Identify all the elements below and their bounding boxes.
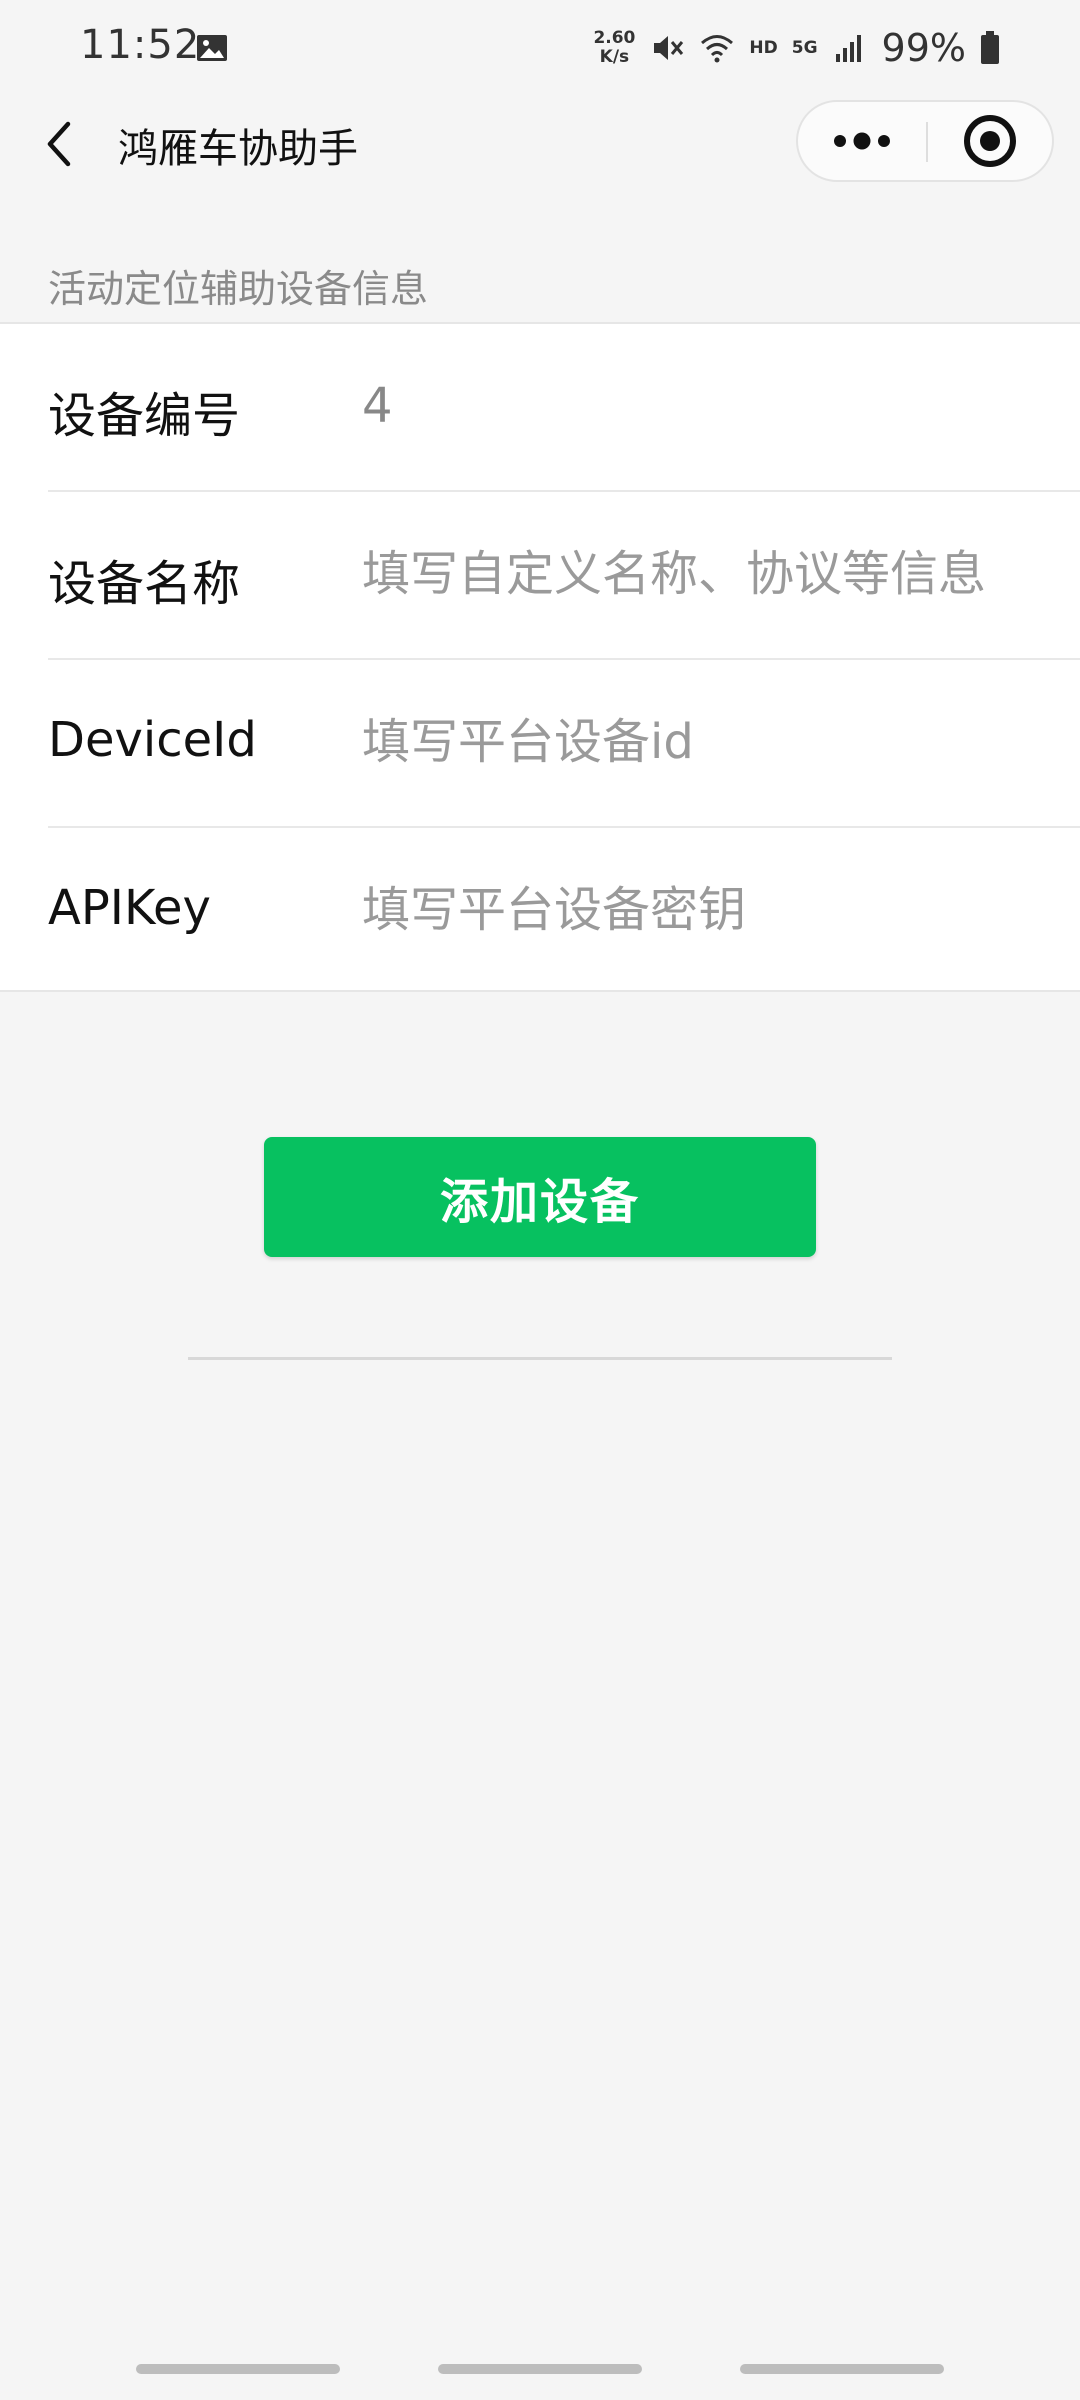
device-id-input[interactable] — [362, 700, 1052, 784]
gallery-icon — [197, 35, 227, 61]
device-number-label: 设备编号 — [48, 388, 241, 444]
status-bar: 11:52 2.60 K/s HD 5G 99% — [0, 0, 1080, 96]
status-time: 11:52 — [80, 22, 201, 68]
menu-capsule — [796, 100, 1054, 182]
device-number-input[interactable] — [362, 364, 1052, 448]
gesture-pill-center[interactable] — [438, 2364, 642, 2374]
device-id-label: DeviceId — [48, 712, 257, 768]
page-title: 鸿雁车协助手 — [118, 126, 358, 172]
section-title: 活动定位辅助设备信息 — [48, 267, 429, 311]
device-form: 设备编号 设备名称 DeviceId APIKey — [0, 322, 1080, 992]
form-row-device-name: 设备名称 — [0, 492, 1080, 658]
battery-icon — [981, 31, 999, 64]
form-row-device-number: 设备编号 — [0, 324, 1080, 490]
net-speed-unit: K/s — [599, 47, 630, 67]
nav-bar: 鸿雁车协助手 — [0, 96, 1080, 192]
close-circle-icon[interactable] — [928, 102, 1052, 180]
wifi-icon — [701, 35, 734, 63]
more-dots-icon[interactable] — [798, 102, 926, 180]
screen: 11:52 2.60 K/s HD 5G 99% 鸿雁车协助手 活动定位辅助设备… — [0, 0, 1080, 2400]
form-row-device-id: DeviceId — [0, 660, 1080, 826]
gesture-pill-left[interactable] — [136, 2364, 340, 2374]
api-key-label: APIKey — [48, 880, 211, 936]
mute-icon — [654, 36, 684, 60]
net-speed-value: 2.60 — [593, 28, 636, 48]
back-icon[interactable] — [40, 118, 80, 170]
signal-icon — [835, 35, 861, 62]
hd-label: HD — [749, 38, 778, 58]
battery-level: 99% — [881, 26, 966, 70]
form-row-api-key: APIKey — [0, 828, 1080, 994]
network-label: 5G — [791, 38, 818, 58]
net-speed: 2.60 K/s — [593, 29, 635, 67]
device-name-label: 设备名称 — [48, 556, 241, 612]
divider-line — [188, 1357, 892, 1360]
gesture-bar — [0, 2364, 1080, 2384]
api-key-input[interactable] — [362, 868, 1052, 952]
gesture-pill-right[interactable] — [740, 2364, 944, 2374]
status-icons: 2.60 K/s HD 5G 99% — [593, 24, 1000, 72]
device-name-input[interactable] — [362, 532, 1052, 616]
add-device-button[interactable]: 添加设备 — [264, 1137, 816, 1257]
